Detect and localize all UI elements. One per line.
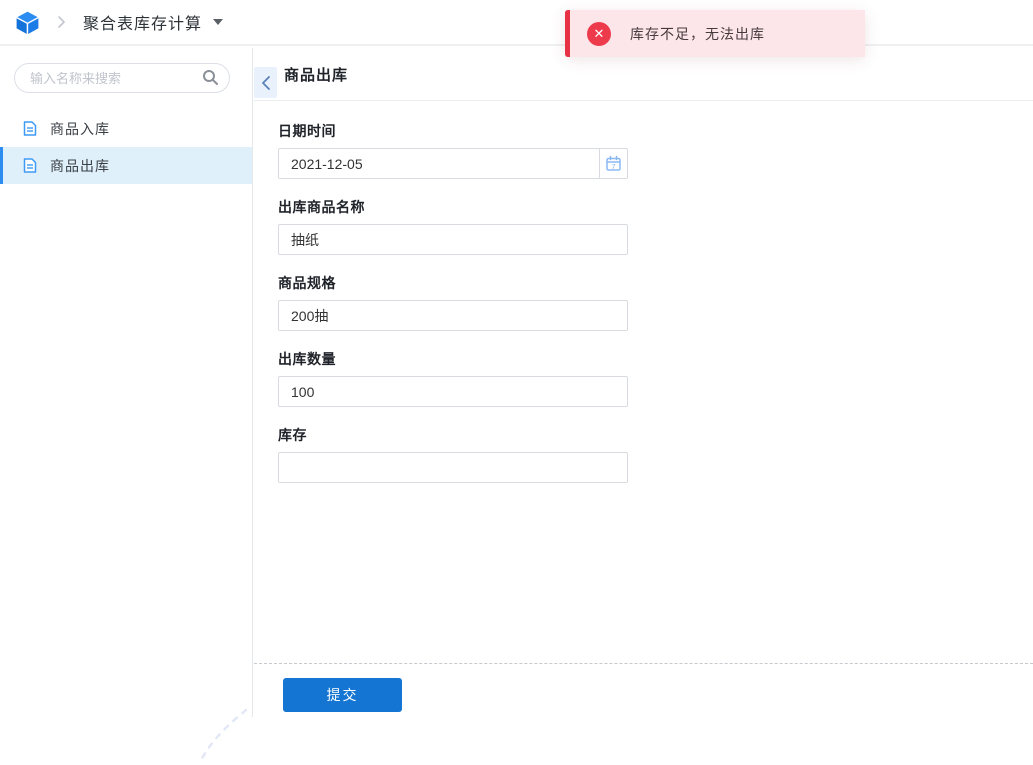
content-divider bbox=[254, 100, 1033, 101]
field-datetime: 日期时间 7 bbox=[278, 121, 628, 179]
breadcrumb-separator-icon bbox=[57, 15, 66, 29]
calendar-picker-button[interactable]: 7 bbox=[600, 148, 628, 179]
field-product-spec: 商品规格 bbox=[278, 273, 628, 331]
error-toast: ✕ 库存不足，无法出库 bbox=[565, 10, 865, 57]
field-label: 日期时间 bbox=[278, 123, 336, 139]
sidebar-item-label: 商品出库 bbox=[50, 157, 110, 174]
chevron-left-icon bbox=[261, 75, 270, 90]
sidebar: 商品入库 商品出库 bbox=[0, 48, 253, 764]
field-stock: 库存 bbox=[278, 425, 628, 483]
sidebar-search bbox=[14, 63, 230, 93]
footer-divider bbox=[254, 663, 1033, 664]
search-input[interactable] bbox=[14, 63, 230, 93]
sidebar-item-label: 商品入库 bbox=[50, 120, 110, 137]
field-label: 出库商品名称 bbox=[278, 199, 365, 215]
field-label: 出库数量 bbox=[278, 351, 336, 367]
field-product-name: 出库商品名称 bbox=[278, 197, 628, 255]
app-logo-cube-icon[interactable] bbox=[14, 9, 41, 36]
search-icon[interactable] bbox=[202, 69, 219, 86]
decorative-squiggle bbox=[198, 708, 248, 764]
svg-text:7: 7 bbox=[611, 162, 615, 171]
field-label: 商品规格 bbox=[278, 275, 336, 291]
sidebar-item-goods-inbound[interactable]: 商品入库 bbox=[0, 110, 252, 147]
calendar-icon: 7 bbox=[606, 155, 621, 171]
stock-input[interactable] bbox=[278, 452, 628, 483]
datetime-input[interactable] bbox=[278, 148, 600, 179]
field-label: 库存 bbox=[278, 427, 307, 443]
submit-button[interactable]: 提交 bbox=[283, 678, 402, 712]
outbound-quantity-input[interactable] bbox=[278, 376, 628, 407]
sidebar-menu: 商品入库 商品出库 bbox=[0, 110, 252, 184]
document-icon bbox=[23, 158, 37, 173]
document-icon bbox=[23, 121, 37, 136]
app-header: 聚合表库存计算 bbox=[0, 0, 1033, 46]
breadcrumb-caret-down-icon[interactable] bbox=[213, 19, 224, 25]
page-title: 商品出库 bbox=[284, 67, 349, 84]
stock-out-form: 日期时间 7 出库商品名称 商品规格 出库数量 bbox=[278, 121, 628, 501]
breadcrumb-title[interactable]: 聚合表库存计算 bbox=[83, 10, 202, 34]
product-name-input[interactable] bbox=[278, 224, 628, 255]
sidebar-item-goods-outbound[interactable]: 商品出库 bbox=[0, 147, 252, 184]
product-spec-input[interactable] bbox=[278, 300, 628, 331]
back-button[interactable] bbox=[254, 67, 277, 98]
error-circle-x-icon: ✕ bbox=[587, 21, 611, 46]
toast-message: 库存不足，无法出库 bbox=[630, 25, 765, 42]
toast-accent-bar bbox=[565, 10, 570, 57]
field-outbound-quantity: 出库数量 bbox=[278, 349, 628, 407]
